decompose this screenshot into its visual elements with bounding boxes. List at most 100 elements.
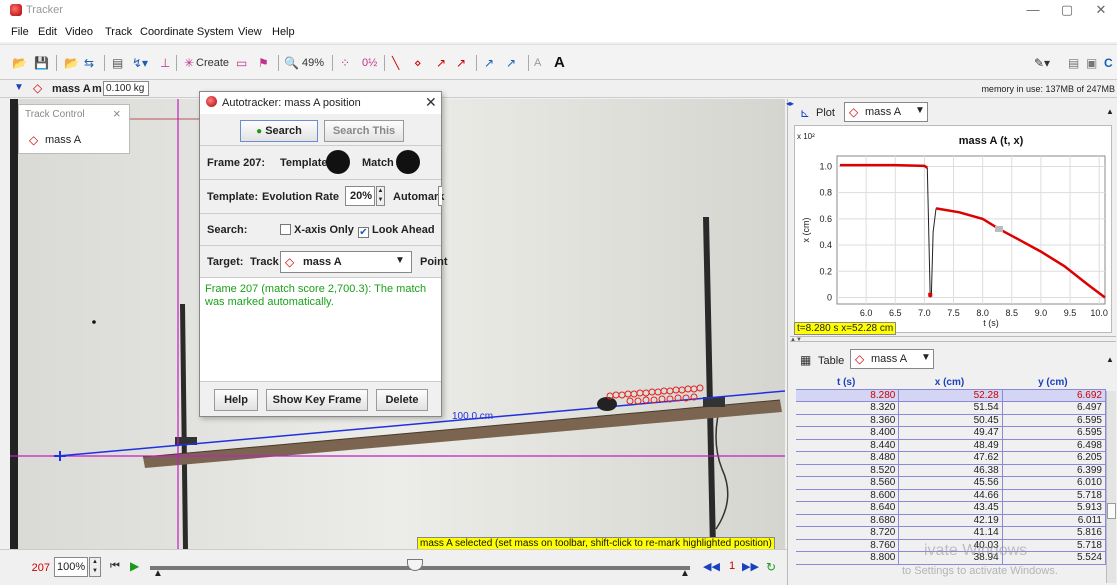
rewind-icon[interactable]: ⏮ [110, 560, 120, 573]
mass-vector-icon[interactable]: ↗ [506, 54, 516, 72]
track-control-close-icon[interactable]: × [113, 106, 121, 121]
acceleration-icon[interactable]: ↗ [456, 54, 466, 72]
reset-icon[interactable]: C [1104, 54, 1113, 72]
filter-icon[interactable]: ⚑ [258, 54, 269, 72]
pencil-icon[interactable]: ✎▾ [1034, 54, 1050, 72]
look-ahead-checkbox[interactable]: ✔ Look Ahead [358, 224, 435, 238]
table-scrollbar-thumb[interactable] [1107, 503, 1116, 519]
table-cell[interactable]: 8.720 [796, 527, 900, 539]
table-cell[interactable]: 43.45 [899, 502, 1003, 514]
close-window-button[interactable]: ✕ [1086, 2, 1116, 18]
table-cell[interactable]: 6.498 [1003, 439, 1106, 451]
step-size[interactable]: 1 [729, 560, 735, 572]
automark-field[interactable] [438, 186, 442, 206]
table-cell[interactable]: 8.320 [796, 402, 900, 414]
plot-area[interactable]: 6.0 6.5 7.0 7.5 8.0 8.5 9.0 9.5 10.0 0 0.2 0.4 0.6 0.… [794, 125, 1112, 333]
table-cell[interactable]: 5.718 [1003, 489, 1106, 501]
menu-file[interactable]: File [11, 26, 29, 38]
track-dropdown-icon[interactable]: ▼ [14, 82, 24, 93]
table-cell[interactable]: 47.62 [899, 452, 1003, 464]
dialog-titlebar[interactable]: Autotracker: mass A position ✕ [200, 92, 441, 114]
table-cell[interactable]: 8.400 [796, 427, 900, 439]
xaxis-only-checkbox[interactable]: X-axis Only [280, 224, 354, 236]
menu-view[interactable]: View [238, 26, 262, 38]
data-table[interactable]: t (s) x (cm) y (cm) 8.280 52.28 6.692 8.320… [796, 377, 1106, 565]
save-icon[interactable]: 💾 [34, 54, 49, 72]
zoom-icon[interactable]: 🔍 [284, 54, 299, 72]
table-row[interactable]: 8.320 51.54 6.497 [796, 402, 1106, 415]
plot-scroll-up-icon[interactable]: ▲ [1106, 107, 1114, 116]
loop-icon[interactable]: ↻ [766, 560, 776, 574]
step-back-icon[interactable]: ◀◀ [703, 560, 720, 573]
import-icon[interactable]: ⇆ [84, 54, 94, 72]
table-row[interactable]: 8.440 48.49 6.498 [796, 439, 1106, 452]
table-row[interactable]: 8.600 44.66 5.718 [796, 489, 1106, 502]
line-icon[interactable]: ╲ [392, 54, 399, 72]
look-ahead-box[interactable]: ✔ [358, 227, 369, 238]
table-row[interactable]: 8.560 45.56 6.010 [796, 477, 1106, 490]
play-icon[interactable]: ▶ [130, 559, 139, 573]
table-scrollbar[interactable] [1106, 391, 1116, 583]
position-chart[interactable]: 6.0 6.5 7.0 7.5 8.0 8.5 9.0 9.5 10.0 0 0.2 0.4 0.6 0.… [795, 126, 1113, 334]
table-cell[interactable]: 6.399 [1003, 464, 1106, 476]
show-key-frame-button[interactable]: Show Key Frame [266, 389, 368, 411]
table-row[interactable]: 8.680 42.19 6.011 [796, 514, 1106, 527]
table-cell[interactable]: 8.680 [796, 514, 900, 526]
column-header[interactable]: x (cm) [899, 377, 1002, 389]
open-folder-icon[interactable]: 📂 [12, 54, 27, 72]
create-button[interactable]: Create [196, 54, 229, 72]
table-cell[interactable]: 8.280 [796, 389, 900, 401]
table-cell[interactable]: 42.19 [899, 514, 1003, 526]
track-control-item[interactable]: mass A [45, 134, 81, 146]
table-cell[interactable]: 45.56 [899, 477, 1003, 489]
refresh-icon[interactable]: ▣ [1086, 54, 1097, 72]
collapse-arrows-icon[interactable]: ◂▸ [786, 99, 794, 108]
zoom-field[interactable]: 100% [54, 557, 88, 577]
table-cell[interactable]: 6.497 [1003, 402, 1106, 414]
table-cell[interactable]: 8.440 [796, 439, 900, 451]
selected-track-name[interactable]: mass A [52, 83, 91, 95]
column-header[interactable]: t (s) [796, 377, 899, 389]
notes-icon[interactable]: ▤ [1068, 54, 1079, 72]
menu-video[interactable]: Video [65, 26, 93, 38]
minimize-button[interactable]: — [1018, 2, 1048, 17]
trail-icon[interactable]: ⁘ [340, 54, 350, 72]
font-smaller-icon[interactable]: A [534, 54, 541, 72]
calibration-icon[interactable]: ↯▾ [132, 54, 148, 72]
dialog-close-icon[interactable]: ✕ [425, 94, 437, 111]
table-cell[interactable]: 52.28 [899, 389, 1003, 401]
table-cell[interactable]: 8.560 [796, 477, 900, 489]
maximize-button[interactable]: ▢ [1052, 2, 1082, 18]
table-cell[interactable]: 6.010 [1003, 477, 1106, 489]
search-button[interactable]: ● Search [240, 120, 318, 142]
create-track-icon[interactable]: ✳ [184, 54, 194, 72]
table-cell[interactable]: 6.595 [1003, 414, 1106, 426]
table-cell[interactable]: 46.38 [899, 464, 1003, 476]
table-cell[interactable]: 50.45 [899, 414, 1003, 426]
chevron-down-icon[interactable]: ▼ [395, 255, 405, 266]
step-forward-icon[interactable]: ▶▶ [742, 560, 759, 573]
menu-track[interactable]: Track [105, 26, 132, 38]
track-control-panel[interactable]: Track Control × ◇ mass A [18, 104, 130, 154]
table-row[interactable]: 8.280 52.28 6.692 [796, 389, 1106, 402]
table-cell[interactable]: 6.595 [1003, 427, 1106, 439]
table-cell[interactable]: 8.760 [796, 539, 900, 551]
table-cell[interactable]: 49.47 [899, 427, 1003, 439]
evolution-rate-field[interactable]: 20% [345, 186, 375, 206]
frame-number[interactable]: 207 [12, 559, 50, 577]
table-cell[interactable]: 51.54 [899, 402, 1003, 414]
table-track-select[interactable]: ◇ mass A ▼ [850, 349, 934, 369]
table-cell[interactable]: 5.913 [1003, 502, 1106, 514]
label-icon[interactable]: 0½ [362, 54, 377, 72]
momentum-icon[interactable]: ↗ [484, 54, 494, 72]
menu-edit[interactable]: Edit [38, 26, 57, 38]
delete-button[interactable]: Delete [376, 389, 428, 411]
font-larger-icon[interactable]: A [554, 54, 565, 72]
table-row[interactable]: 8.720 41.14 5.816 [796, 527, 1106, 540]
menu-coordinate-system[interactable]: Coordinate System [140, 26, 234, 38]
plot-track-select[interactable]: ◇ mass A ▼ [844, 102, 928, 122]
table-row[interactable]: 8.400 49.47 6.595 [796, 427, 1106, 440]
mass-field[interactable]: 0.100 kg [103, 81, 149, 96]
table-cell[interactable]: 8.480 [796, 452, 900, 464]
zoom-level[interactable]: 49% [302, 54, 324, 72]
